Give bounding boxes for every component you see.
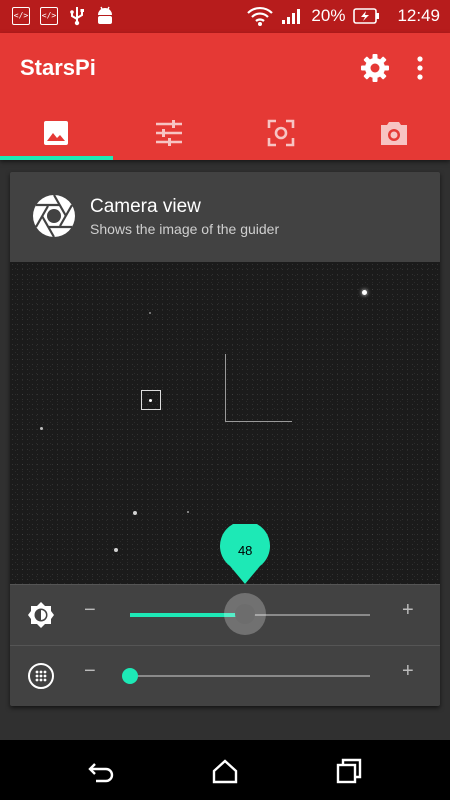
signal-icon	[282, 9, 301, 24]
tune-icon	[155, 119, 182, 146]
tab-tune[interactable]	[113, 105, 226, 160]
zoom-slider[interactable]	[122, 668, 370, 684]
grid-dots-icon	[28, 663, 54, 689]
star	[362, 290, 367, 295]
system-nav-bar	[0, 740, 450, 800]
focus-icon	[267, 119, 295, 146]
android-icon	[98, 6, 112, 24]
brightness-row: − +	[10, 584, 440, 645]
guider-image[interactable]: 48	[10, 262, 440, 584]
guide-marker-horizontal	[225, 421, 292, 422]
guide-marker-vertical	[225, 354, 226, 422]
brightness-slider[interactable]	[130, 593, 370, 635]
zoom-slider-thumb[interactable]	[122, 668, 138, 684]
back-icon[interactable]	[86, 756, 116, 786]
battery-percent: 20%	[311, 6, 346, 25]
tab-bar	[0, 105, 450, 160]
code-icon: </>	[12, 7, 30, 25]
status-bar: </> </> 20% 12:49	[0, 0, 450, 33]
wifi-icon	[247, 6, 274, 26]
star	[187, 511, 189, 513]
recents-icon[interactable]	[334, 756, 364, 786]
card-title: Camera view	[90, 196, 201, 217]
slider-value-label: 48	[237, 543, 253, 558]
battery-charging-icon	[353, 8, 380, 24]
star	[114, 548, 118, 552]
card-subtitle: Shows the image of the guider	[90, 221, 280, 237]
brightness-increase-button[interactable]: +	[402, 599, 414, 622]
code-icon: </>	[40, 7, 58, 25]
brightness-decrease-button[interactable]: −	[84, 599, 96, 622]
brightness-icon	[28, 602, 54, 628]
star	[40, 427, 43, 430]
notification-icons: </> </>	[12, 6, 114, 26]
settings-gear-icon[interactable]	[360, 53, 390, 83]
usb-icon	[70, 7, 84, 26]
app-title: StarsPi	[20, 55, 96, 80]
guide-star-selection-box	[141, 390, 161, 410]
zoom-increase-button[interactable]: +	[402, 660, 414, 683]
tab-camera[interactable]	[338, 105, 450, 160]
star	[149, 312, 151, 314]
app-bar: StarsPi	[0, 33, 450, 160]
tab-focus[interactable]	[225, 105, 338, 160]
card-header: Camera view Shows the image of the guide…	[10, 172, 440, 262]
home-icon[interactable]	[210, 756, 240, 786]
selected-tab-indicator	[0, 156, 113, 160]
star	[133, 511, 137, 515]
tab-image[interactable]	[0, 105, 113, 160]
system-status: 20% 12:49	[247, 5, 440, 27]
shutter-icon	[33, 194, 75, 238]
image-icon	[44, 120, 69, 145]
camera-icon	[380, 121, 407, 145]
zoom-decrease-button[interactable]: −	[84, 660, 96, 683]
zoom-row: − +	[10, 645, 440, 706]
more-vert-icon[interactable]	[408, 53, 432, 83]
clock: 12:49	[397, 6, 440, 25]
brightness-slider-thumb[interactable]	[224, 593, 267, 635]
camera-view-card: Camera view Shows the image of the guide…	[10, 172, 440, 706]
